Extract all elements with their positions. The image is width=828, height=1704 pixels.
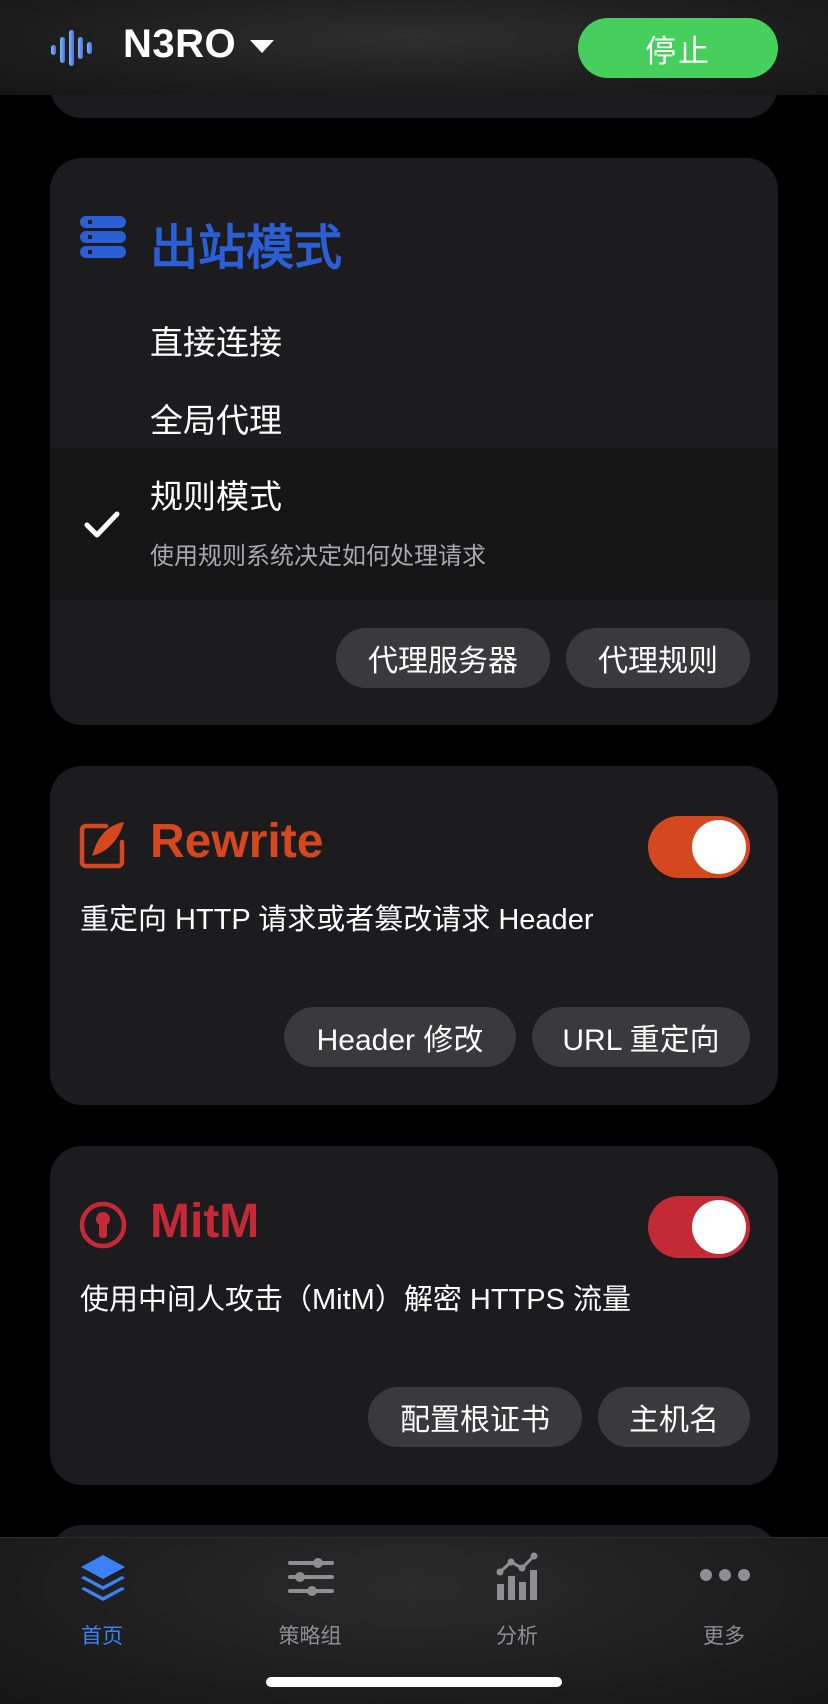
card-title: MitM — [150, 1195, 260, 1248]
rewrite-card: Rewrite 重定向 HTTP 请求或者篡改请求 Header Header … — [50, 766, 778, 1105]
more-icon — [700, 1569, 750, 1581]
home-indicator[interactable] — [266, 1677, 562, 1687]
mode-description: 使用规则系统决定如何处理请求 — [150, 542, 486, 570]
root-cert-button[interactable]: 配置根证书 — [368, 1387, 582, 1447]
top-bar: N3RO 停止 — [0, 0, 828, 95]
tab-analytics[interactable]: 分析 — [447, 1538, 587, 1648]
keyhole-icon — [79, 1201, 127, 1249]
tab-policy-groups[interactable]: 策略组 — [240, 1538, 380, 1648]
checkmark-icon — [84, 511, 120, 538]
mode-label: 直接连接 — [150, 323, 282, 362]
proxy-rules-button[interactable]: 代理规则 — [566, 628, 750, 688]
card-description: 重定向 HTTP 请求或者篡改请求 Header — [80, 904, 594, 936]
edit-quill-icon — [79, 822, 125, 869]
url-redirect-button[interactable]: URL 重定向 — [532, 1007, 750, 1067]
toggle-knob — [692, 1200, 746, 1254]
tab-label: 更多 — [703, 1624, 745, 1648]
stop-button[interactable]: 停止 — [578, 18, 778, 78]
mode-label: 规则模式 — [150, 477, 282, 516]
rewrite-toggle[interactable] — [648, 816, 750, 878]
mitm-card: MitM 使用中间人攻击（MitM）解密 HTTPS 流量 配置根证书 主机名 — [50, 1146, 778, 1485]
chevron-down-icon[interactable] — [250, 40, 274, 53]
mitm-toggle[interactable] — [648, 1196, 750, 1258]
hostname-button[interactable]: 主机名 — [598, 1387, 750, 1447]
layers-icon — [81, 1555, 125, 1601]
mode-option-global[interactable]: 全局代理 — [50, 384, 778, 448]
tab-label: 策略组 — [278, 1624, 342, 1648]
tab-more[interactable]: 更多 — [654, 1538, 794, 1648]
mode-label: 全局代理 — [150, 401, 282, 440]
card-description: 使用中间人攻击（MitM）解密 HTTPS 流量 — [80, 1284, 631, 1316]
toggle-knob — [692, 820, 746, 874]
header-modify-button[interactable]: Header 修改 — [284, 1007, 516, 1067]
app-root: N3RO 停止 出站模式 直接连接 全局代理 规则模式 使用规则系统决定如何处理… — [0, 0, 828, 1704]
profile-title[interactable]: N3RO — [123, 22, 236, 67]
sliders-icon — [288, 1558, 334, 1596]
proxy-servers-button[interactable]: 代理服务器 — [336, 628, 550, 688]
outbound-mode-card: 出站模式 直接连接 全局代理 规则模式 使用规则系统决定如何处理请求 代理服务器… — [50, 158, 778, 725]
tab-home[interactable]: 首页 — [32, 1538, 172, 1648]
signal-logo-icon — [51, 30, 92, 66]
card-title: 出站模式 — [150, 222, 343, 275]
mode-option-direct[interactable]: 直接连接 — [50, 306, 778, 370]
tab-label: 分析 — [496, 1624, 538, 1648]
server-icon — [80, 216, 126, 258]
card-title: Rewrite — [150, 815, 324, 868]
tab-label: 首页 — [81, 1624, 123, 1648]
chart-icon — [496, 1552, 538, 1600]
